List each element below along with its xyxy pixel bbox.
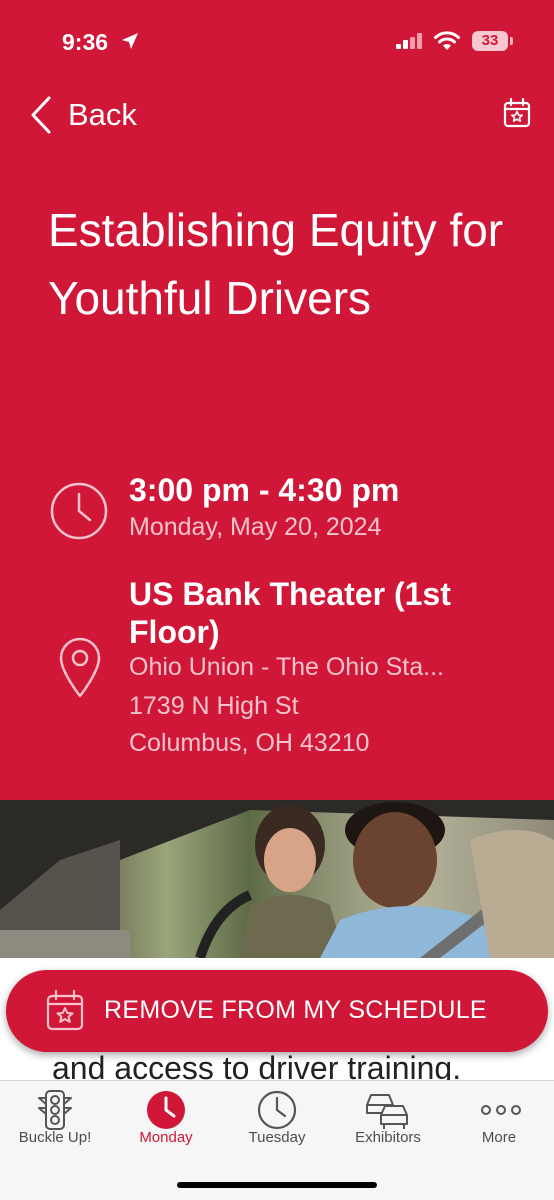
back-chevron-icon[interactable] [30, 96, 52, 134]
clock-icon [147, 1091, 185, 1129]
tab-monday[interactable]: Monday [111, 1081, 221, 1161]
calendar-star-icon[interactable] [503, 98, 531, 128]
clock-icon [257, 1090, 297, 1130]
teen-drivers-illustration [0, 800, 554, 958]
tab-label: More [481, 1129, 517, 1146]
address-line-2[interactable]: Columbus, OH 43210 [129, 729, 369, 758]
tab-exhibitors[interactable]: Exhibitors [333, 1081, 443, 1161]
remove-from-schedule-button[interactable]: REMOVE FROM MY SCHEDULE [6, 970, 548, 1052]
status-time: 9:36 [62, 29, 109, 55]
session-date: Monday, May 20, 2024 [129, 513, 382, 541]
remove-from-schedule-label: REMOVE FROM MY SCHEDULE [104, 996, 487, 1024]
tab-label: Exhibitors [355, 1129, 421, 1146]
wifi-icon [434, 31, 460, 50]
tab-label: Buckle Up! [18, 1129, 92, 1146]
session-time-range: 3:00 pm - 4:30 pm [129, 472, 400, 508]
location-arrow-icon [122, 33, 138, 49]
traffic-light-icon [38, 1090, 72, 1130]
tab-label: Tuesday [248, 1129, 306, 1146]
battery-indicator: 33 [472, 31, 508, 51]
tab-buckle-up[interactable]: Buckle Up! [0, 1081, 110, 1161]
tab-label: Monday [139, 1129, 193, 1146]
session-photo [0, 800, 554, 958]
home-indicator[interactable] [177, 1182, 377, 1188]
tab-more[interactable]: More [444, 1081, 554, 1161]
battery-cap [510, 37, 513, 45]
calendar-star-icon [46, 990, 84, 1031]
session-venue: US Bank Theater (1st Floor) [129, 576, 451, 650]
cell-signal-icon [396, 33, 422, 49]
location-name[interactable]: Ohio Union - The Ohio Sta... [129, 653, 444, 682]
address-line-1[interactable]: 1739 N High St [129, 692, 299, 721]
tab-tuesday[interactable]: Tuesday [222, 1081, 332, 1161]
back-button[interactable]: Back [68, 97, 137, 133]
cars-icon [366, 1094, 408, 1129]
more-dots-icon [481, 1105, 521, 1115]
map-pin-icon [59, 637, 101, 698]
session-title: Establishing Equity for Youthful Drivers [48, 204, 504, 324]
clock-icon [50, 482, 108, 540]
